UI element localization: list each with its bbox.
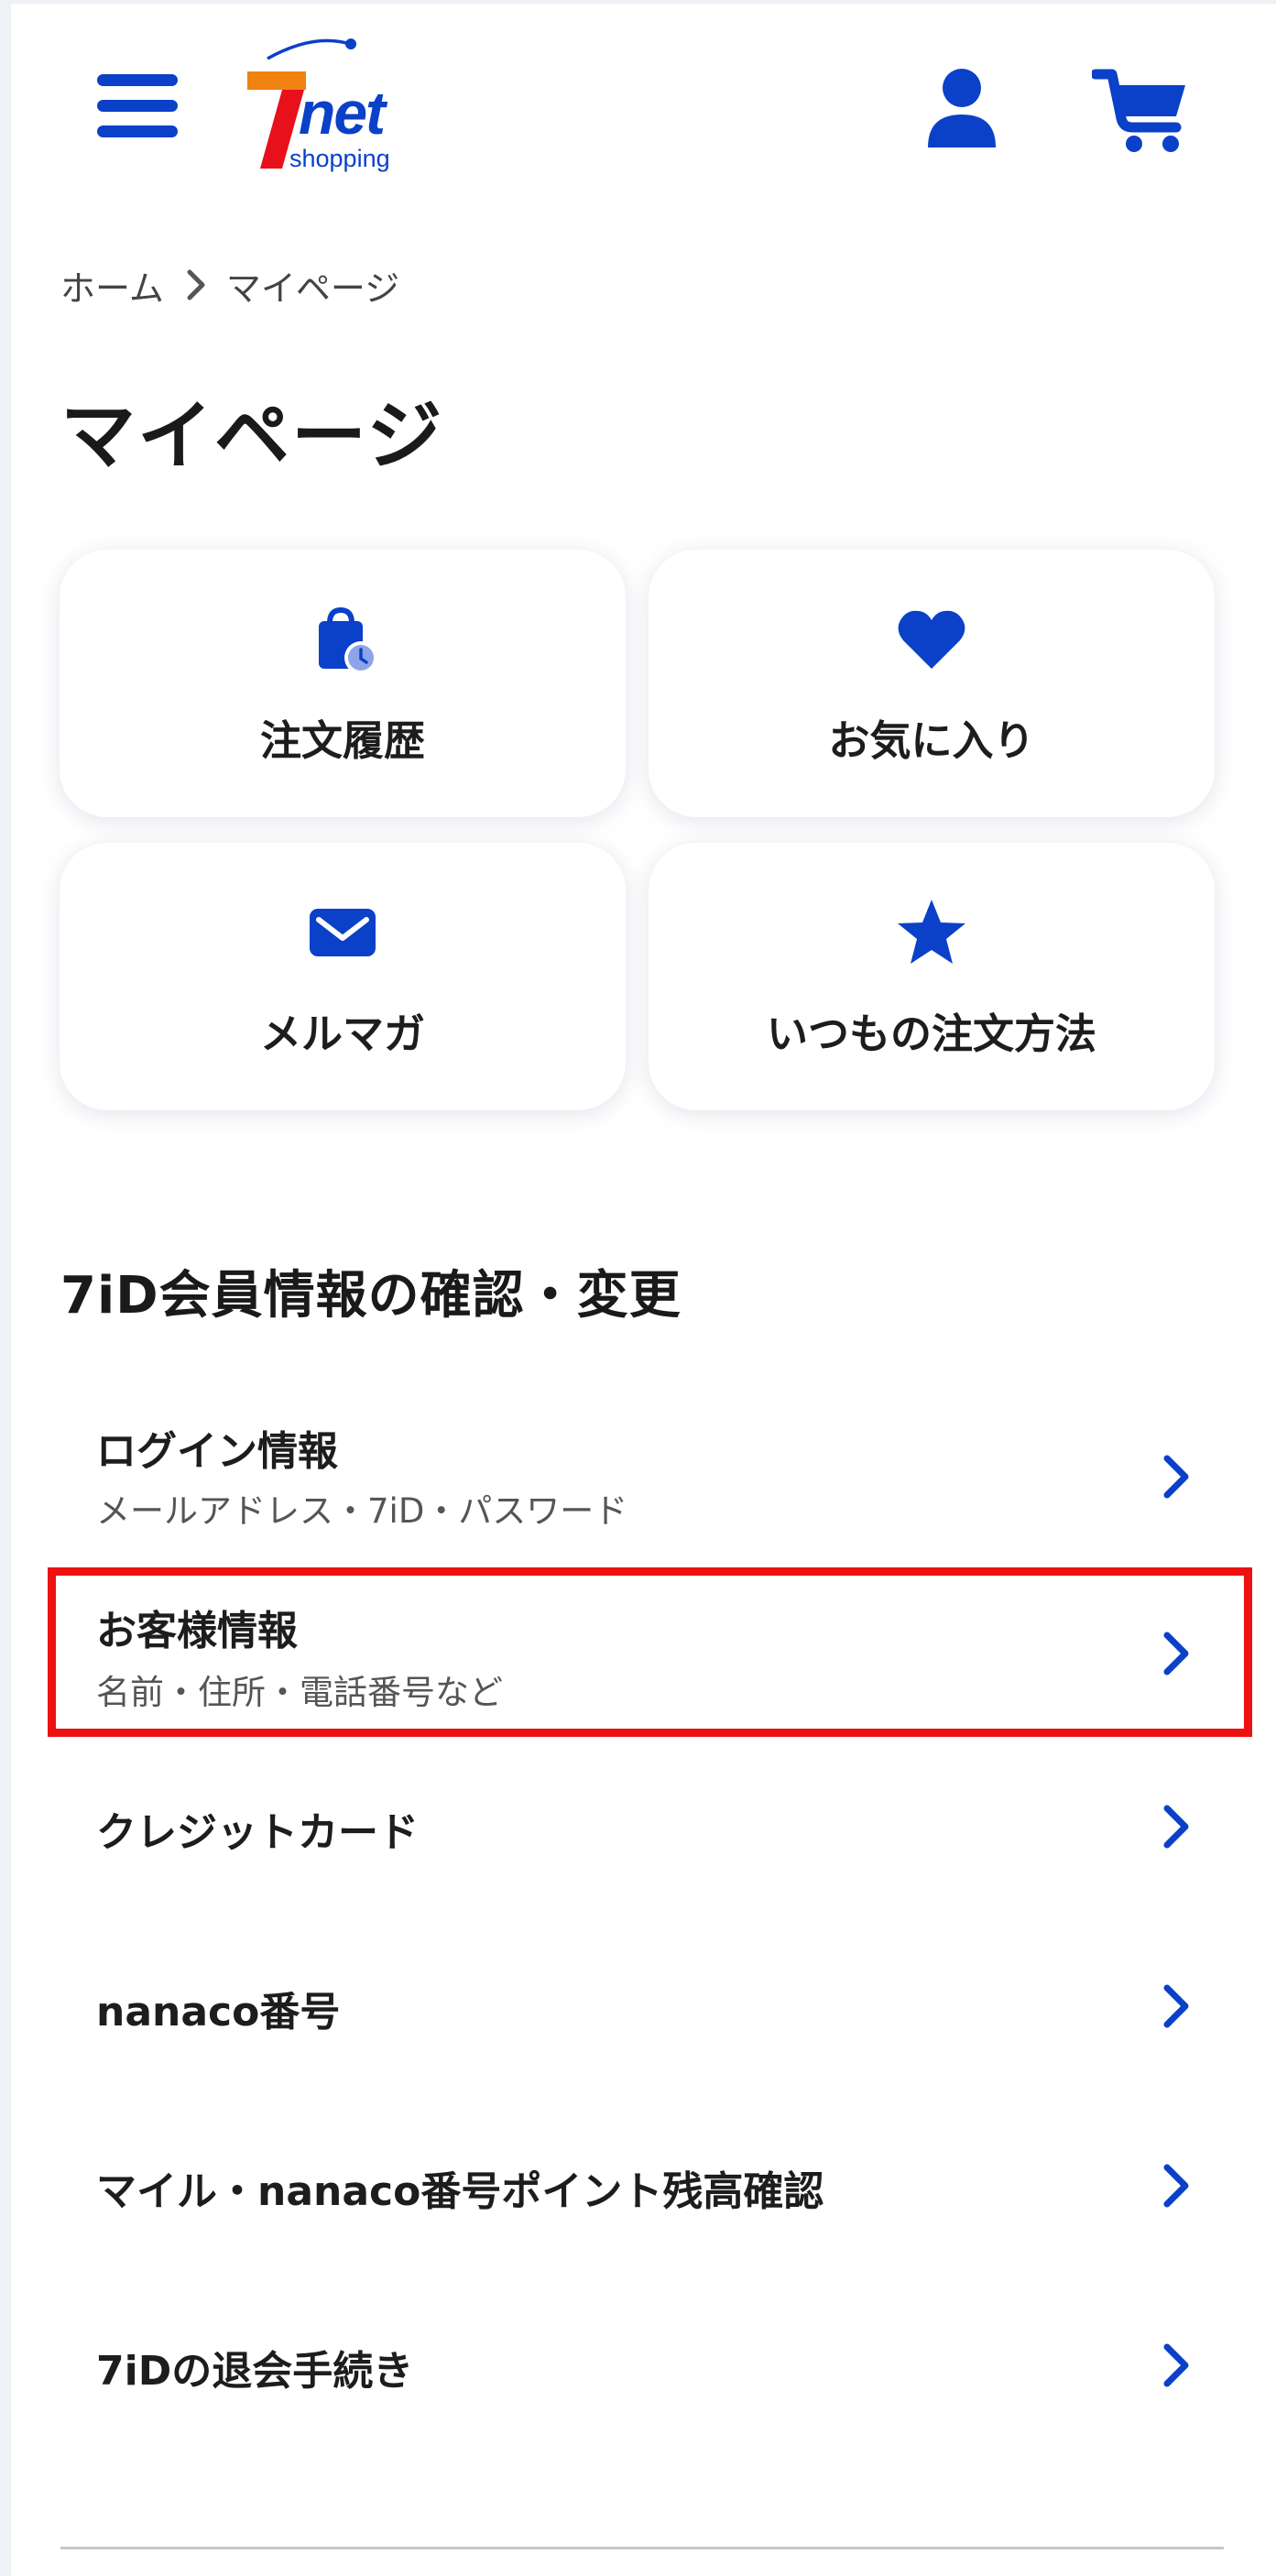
list-item-customer-info[interactable]: お客様情報 名前・住所・電話番号など bbox=[48, 1567, 1252, 1737]
card-label: 注文履歴 bbox=[259, 716, 425, 765]
order-history-card[interactable]: 注文履歴 bbox=[60, 550, 626, 817]
section-title: 7iD会員情報の確認・変更 bbox=[60, 1266, 682, 1326]
chevron-right-icon bbox=[1158, 1981, 1194, 2032]
hamburger-icon[interactable] bbox=[93, 72, 181, 142]
list-item-sub: メールアドレス・7iD・パスワード bbox=[96, 1491, 628, 1531]
breadcrumb: ホーム マイページ bbox=[60, 260, 400, 311]
favorites-card[interactable]: お気に入り bbox=[649, 550, 1215, 817]
breadcrumb-home-link[interactable]: ホーム bbox=[60, 260, 164, 311]
list-item-sub: 名前・住所・電話番号など bbox=[96, 1673, 503, 1712]
newsletter-card[interactable]: メルマガ bbox=[60, 843, 626, 1110]
list-item-label: nanaco番号 bbox=[96, 1989, 341, 2036]
card-label: いつもの注文方法 bbox=[766, 1010, 1096, 1058]
card-label: メルマガ bbox=[259, 1010, 425, 1058]
page-title: マイページ bbox=[60, 393, 444, 480]
logo[interactable]: net shopping bbox=[229, 31, 431, 178]
list-item-credit-card[interactable]: クレジットカード bbox=[48, 1781, 1252, 1877]
star-icon bbox=[895, 896, 968, 969]
list-item-label: お客様情報 bbox=[96, 1608, 298, 1654]
list-item-label: ログイン情報 bbox=[96, 1428, 338, 1475]
chevron-right-icon bbox=[1158, 1451, 1194, 1502]
header: net shopping bbox=[11, 4, 1276, 214]
list-item-mile-nanaco-balance[interactable]: マイル・nanaco番号ポイント残高確認 bbox=[48, 2140, 1252, 2236]
card-label: お気に入り bbox=[828, 716, 1035, 765]
list-item-label: マイル・nanaco番号ポイント残高確認 bbox=[96, 2168, 824, 2215]
logo-subtext: shopping bbox=[289, 145, 390, 172]
usual-order-method-card[interactable]: いつもの注文方法 bbox=[649, 843, 1215, 1110]
list-item-label: 7iDの退会手続き bbox=[96, 2348, 414, 2395]
shopping-bag-clock-icon bbox=[306, 603, 379, 676]
page: net shopping ホーム マイページ マイページ 注文履歴 お気に入り … bbox=[11, 4, 1276, 2576]
mail-icon bbox=[306, 896, 379, 969]
list-item-label: クレジットカード bbox=[96, 1809, 419, 1856]
chevron-right-icon bbox=[179, 267, 212, 303]
chevron-right-icon bbox=[1158, 2160, 1194, 2211]
user-icon[interactable] bbox=[921, 63, 1003, 150]
chevron-right-icon bbox=[1158, 1628, 1194, 1679]
list-item-login-info[interactable]: ログイン情報 メールアドレス・7iD・パスワード bbox=[48, 1396, 1252, 1561]
heart-icon bbox=[895, 603, 968, 676]
divider bbox=[60, 2547, 1224, 2549]
list-item-nanaco-number[interactable]: nanaco番号 bbox=[48, 1960, 1252, 2057]
list-item-withdraw-7id[interactable]: 7iDの退会手続き bbox=[48, 2319, 1252, 2416]
breadcrumb-current: マイページ bbox=[225, 267, 400, 309]
cart-icon[interactable] bbox=[1090, 63, 1193, 155]
chevron-right-icon bbox=[1158, 2340, 1194, 2391]
logo-word: net bbox=[299, 79, 388, 147]
chevron-right-icon bbox=[1158, 1801, 1194, 1852]
